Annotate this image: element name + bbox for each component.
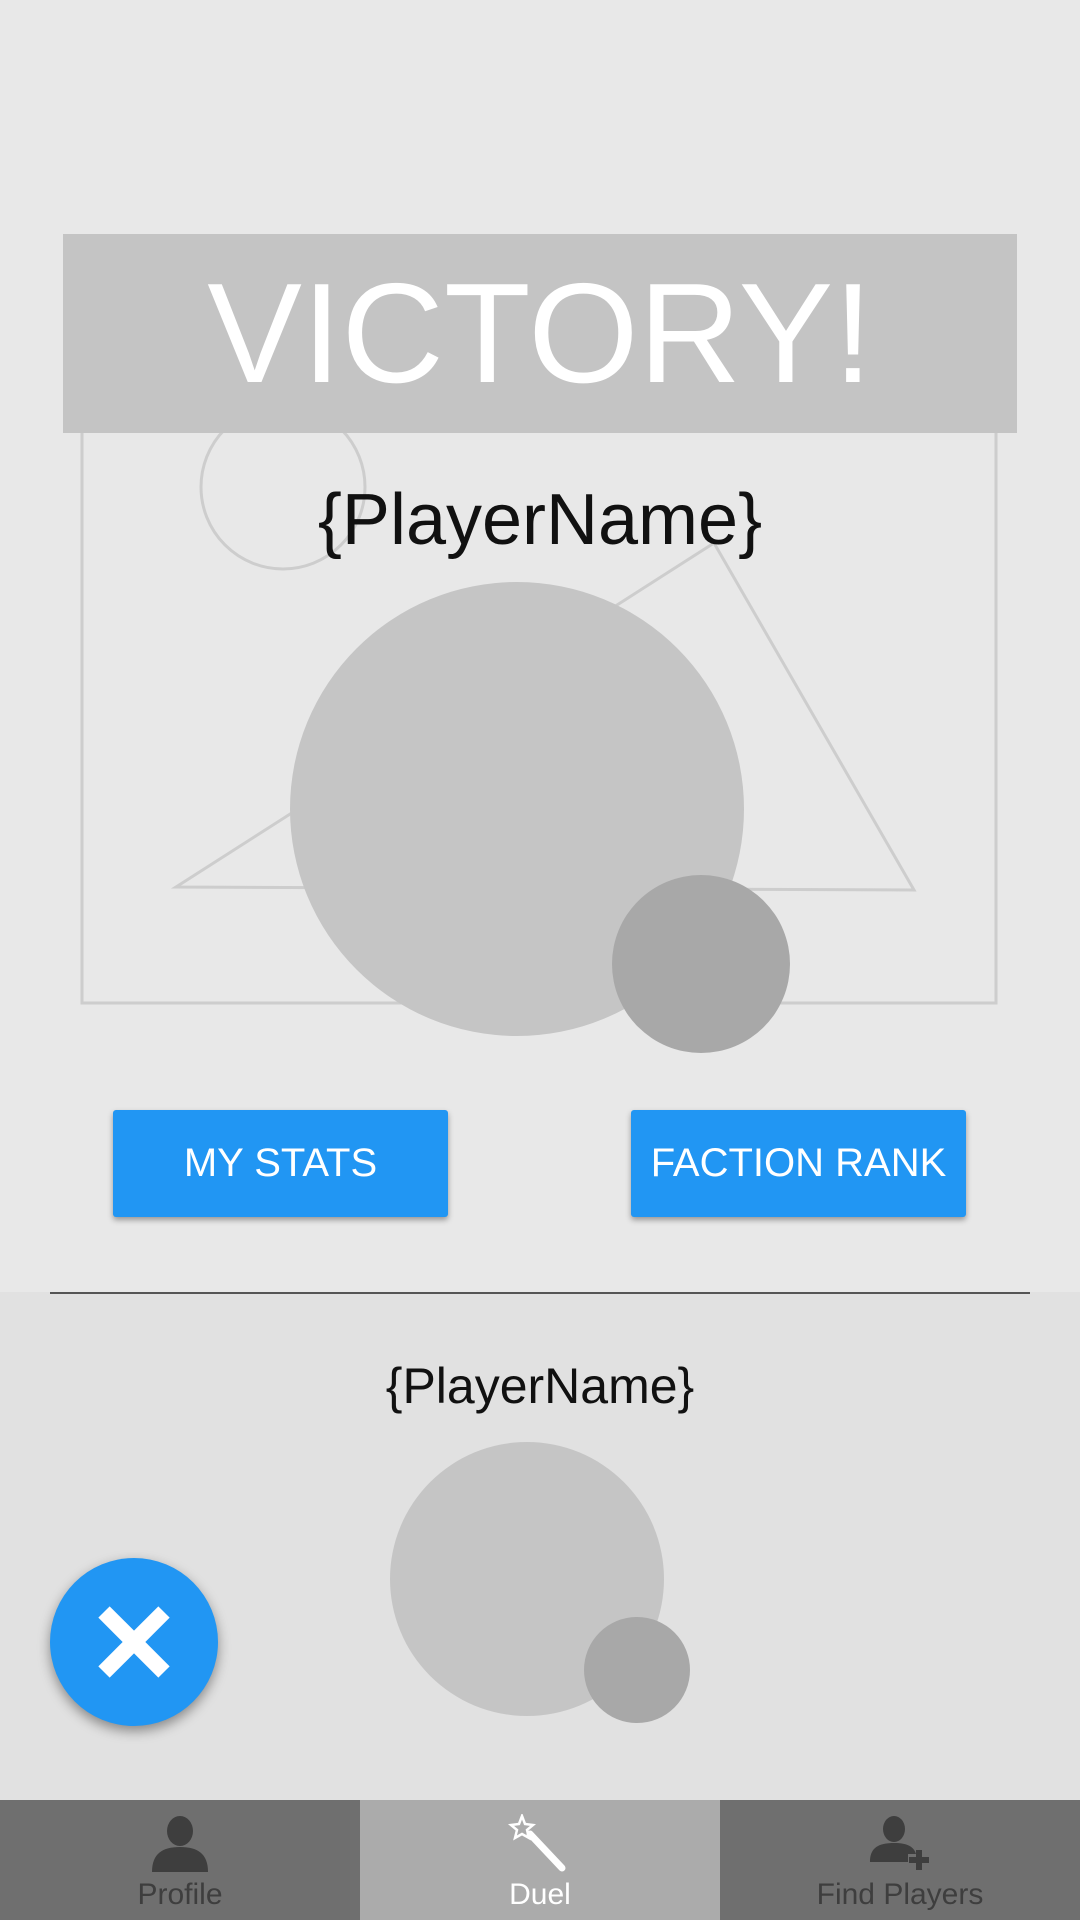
close-icon — [98, 1606, 170, 1678]
tab-find-players-label: Find Players — [816, 1878, 984, 1911]
section-divider — [50, 1292, 1030, 1294]
winner-avatar-badge — [612, 875, 790, 1053]
bottom-tab-bar: Profile Duel Find Players — [0, 1800, 1080, 1920]
magic-wand-icon — [508, 1814, 566, 1872]
tab-duel-label: Duel — [509, 1878, 571, 1911]
tab-profile-label: Profile — [137, 1878, 223, 1911]
person-icon — [152, 1816, 208, 1872]
tab-find-players[interactable]: Find Players — [720, 1800, 1080, 1920]
opponent-player-name: {PlayerName} — [385, 1358, 695, 1414]
close-fab-button[interactable] — [50, 1558, 218, 1726]
victory-title: VICTORY! — [207, 253, 873, 413]
tab-duel[interactable]: Duel — [360, 1800, 720, 1920]
faction-rank-button[interactable]: FACTION RANK — [631, 1110, 966, 1217]
opponent-avatar-badge — [584, 1617, 690, 1723]
add-person-icon — [870, 1816, 929, 1870]
victory-banner: VICTORY! — [63, 234, 1017, 433]
winner-player-name: {PlayerName} — [317, 480, 763, 560]
my-stats-button[interactable]: MY STATS — [113, 1110, 448, 1217]
tab-profile[interactable]: Profile — [0, 1800, 360, 1920]
